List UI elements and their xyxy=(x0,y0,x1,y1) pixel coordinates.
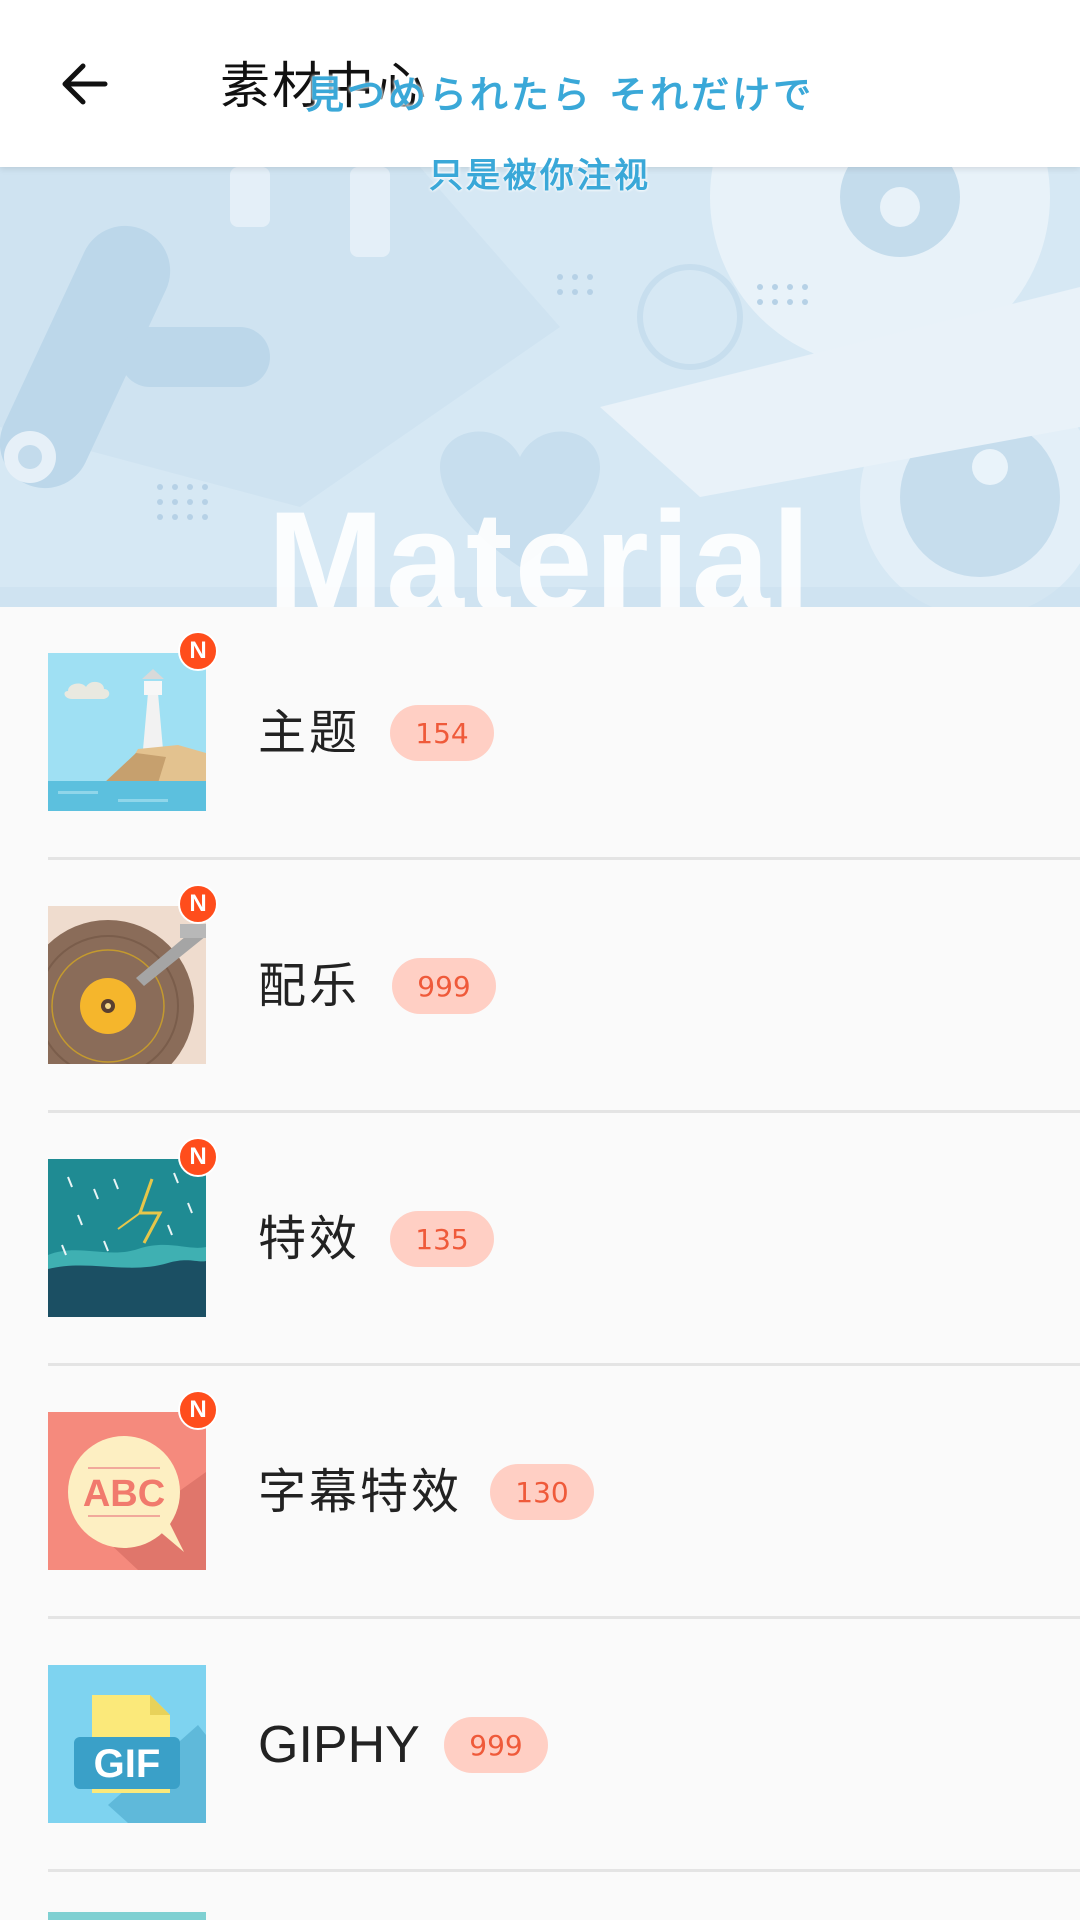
vinyl-record-icon xyxy=(48,906,206,1064)
list-item-label: 特效 xyxy=(258,1211,361,1267)
list-item-music[interactable]: N 配乐 999 xyxy=(48,860,1080,1113)
new-badge: N xyxy=(178,884,218,924)
list-item-label: 主题 xyxy=(258,705,361,761)
abc-speech-bubble-icon: ABC xyxy=(48,1412,206,1570)
count-badge: 999 xyxy=(392,958,496,1014)
material-banner[interactable]: Material xyxy=(0,167,1080,607)
list-item-label: 字幕特效 xyxy=(258,1464,463,1520)
banner-title: Material xyxy=(267,482,813,607)
new-badge: N xyxy=(178,1137,218,1177)
lighthouse-icon xyxy=(48,653,206,811)
list-item-effects[interactable]: N 特效 135 xyxy=(48,1113,1080,1366)
list-item-theme[interactable]: N 主题 154 xyxy=(48,607,1080,860)
list-item-label: GIPHY xyxy=(258,1716,420,1774)
svg-text:GIF: GIF xyxy=(94,1742,161,1786)
list-item-next-thumb xyxy=(48,1912,206,1920)
count-badge: 130 xyxy=(490,1464,594,1520)
back-button[interactable] xyxy=(40,44,130,124)
arrow-left-icon xyxy=(62,63,108,105)
new-badge: N xyxy=(178,631,218,671)
top-app-bar: 素材中心 xyxy=(0,0,1080,167)
count-badge: 999 xyxy=(444,1717,548,1773)
page-title: 素材中心 xyxy=(220,57,428,115)
material-category-list: N 主题 154 N 配乐 999 N 特效 135 ABC N 字幕特效 13… xyxy=(0,607,1080,1872)
count-badge: 154 xyxy=(390,705,494,761)
list-item-subtitle-effects[interactable]: ABC N 字幕特效 130 xyxy=(48,1366,1080,1619)
svg-text:ABC: ABC xyxy=(83,1473,165,1515)
gif-file-icon: GIF xyxy=(48,1665,206,1823)
new-badge: N xyxy=(178,1390,218,1430)
list-item-giphy[interactable]: GIF GIPHY 999 xyxy=(48,1619,1080,1872)
count-badge: 135 xyxy=(390,1211,494,1267)
list-item-label: 配乐 xyxy=(258,958,361,1014)
lightning-rain-icon xyxy=(48,1159,206,1317)
